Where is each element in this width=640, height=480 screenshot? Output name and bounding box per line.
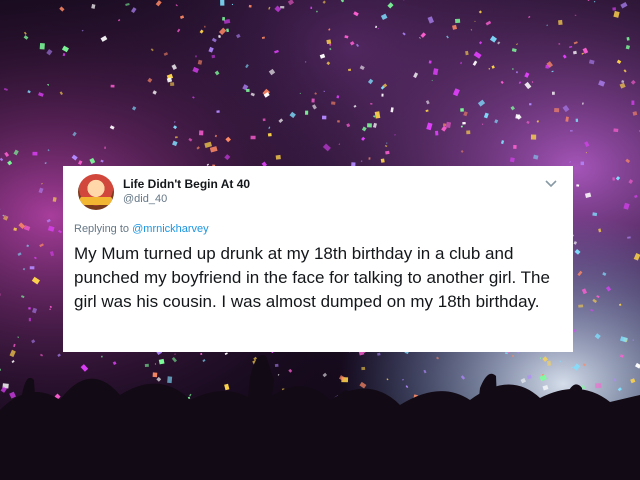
confetti-piece — [310, 6, 313, 9]
confetti-piece — [267, 133, 272, 137]
confetti-piece — [323, 90, 325, 92]
confetti-piece — [592, 212, 598, 217]
confetti-piece — [195, 55, 197, 58]
confetti-piece — [460, 108, 464, 112]
confetti-piece — [626, 37, 630, 41]
confetti-piece — [559, 360, 562, 363]
confetti-piece — [39, 42, 45, 50]
confetti-piece — [509, 157, 515, 163]
confetti-piece — [612, 177, 616, 181]
confetti-piece — [305, 110, 309, 115]
confetti-piece — [204, 25, 206, 28]
confetti-piece — [574, 14, 577, 16]
confetti-piece — [580, 161, 584, 166]
confetti-piece — [220, 0, 225, 6]
avatar[interactable] — [78, 174, 114, 210]
confetti-piece — [530, 134, 537, 140]
confetti-piece — [547, 360, 551, 366]
confetti-piece — [569, 129, 573, 132]
confetti-piece — [29, 266, 35, 270]
confetti-piece — [578, 304, 584, 308]
confetti-piece — [368, 157, 371, 160]
confetti-piece — [32, 151, 38, 156]
confetti-piece — [104, 146, 106, 149]
confetti-piece — [101, 355, 103, 358]
confetti-piece — [331, 101, 336, 105]
confetti-piece — [613, 128, 619, 133]
confetti-piece — [505, 352, 508, 355]
confetti-piece — [250, 135, 256, 140]
confetti-piece — [529, 103, 532, 106]
confetti-piece — [512, 355, 514, 358]
confetti-piece — [158, 358, 165, 365]
confetti-piece — [360, 160, 363, 163]
confetti-piece — [576, 184, 580, 187]
confetti-piece — [275, 154, 281, 160]
confetti-piece — [337, 120, 340, 123]
confetti-piece — [465, 50, 469, 56]
confetti-piece — [110, 84, 115, 88]
confetti-piece — [515, 114, 520, 119]
confetti-piece — [462, 122, 466, 125]
confetti-piece — [380, 158, 385, 163]
tweet-card[interactable]: Life Didn't Begin At 40 @did_40 Replying… — [63, 166, 573, 352]
confetti-piece — [28, 307, 31, 310]
confetti-piece — [552, 91, 555, 95]
confetti-piece — [558, 43, 561, 45]
confetti-piece — [216, 110, 220, 113]
confetti-piece — [248, 4, 252, 8]
confetti-piece — [246, 88, 250, 93]
confetti-piece — [170, 82, 175, 86]
confetti-piece — [321, 115, 327, 120]
confetti-piece — [595, 383, 602, 389]
confetti-piece — [435, 130, 439, 136]
confetti-piece — [28, 317, 31, 322]
confetti-piece — [632, 339, 634, 341]
reply-to-link[interactable]: @mrnickharvey — [132, 223, 209, 235]
confetti-piece — [280, 6, 285, 9]
confetti-piece — [274, 363, 279, 367]
confetti-piece — [572, 50, 577, 55]
confetti-piece — [612, 7, 617, 11]
confetti-piece — [222, 16, 226, 21]
confetti-piece — [558, 19, 563, 26]
confetti-piece — [466, 130, 471, 135]
display-name[interactable]: Life Didn't Begin At 40 — [123, 177, 250, 191]
confetti-piece — [575, 118, 579, 123]
confetti-piece — [326, 39, 332, 45]
confetti-piece — [367, 123, 372, 128]
confetti-piece — [513, 144, 517, 149]
confetti-piece — [198, 130, 204, 136]
confetti-piece — [361, 366, 366, 371]
confetti-piece — [545, 64, 550, 69]
confetti-piece — [512, 68, 514, 70]
reply-context: Replying to @mrnickharvey — [74, 223, 209, 235]
confetti-piece — [311, 98, 315, 103]
reply-prefix: Replying to — [74, 223, 130, 235]
user-handle[interactable]: @did_40 — [123, 193, 167, 205]
confetti-piece — [515, 71, 518, 74]
confetti-piece — [554, 108, 560, 113]
confetti-piece — [428, 60, 432, 64]
confetti-piece — [348, 68, 352, 72]
confetti-piece — [316, 10, 318, 13]
confetti-piece — [381, 93, 384, 97]
confetti-piece — [174, 136, 178, 139]
confetti-piece — [482, 123, 484, 125]
confetti-piece — [631, 100, 635, 105]
confetti-piece — [262, 118, 266, 122]
chevron-down-icon[interactable] — [543, 175, 559, 191]
confetti-piece — [211, 54, 216, 59]
confetti-piece — [226, 28, 229, 33]
confetti-piece — [167, 376, 173, 384]
confetti-piece — [585, 152, 587, 154]
tweet-text: My Mum turned up drunk at my 18th birthd… — [74, 244, 550, 311]
confetti-piece — [144, 363, 149, 367]
confetti-piece — [152, 372, 158, 378]
confetti-piece — [442, 123, 447, 127]
confetti-piece — [455, 18, 461, 24]
confetti-piece — [385, 150, 390, 155]
confetti-piece — [200, 353, 203, 355]
